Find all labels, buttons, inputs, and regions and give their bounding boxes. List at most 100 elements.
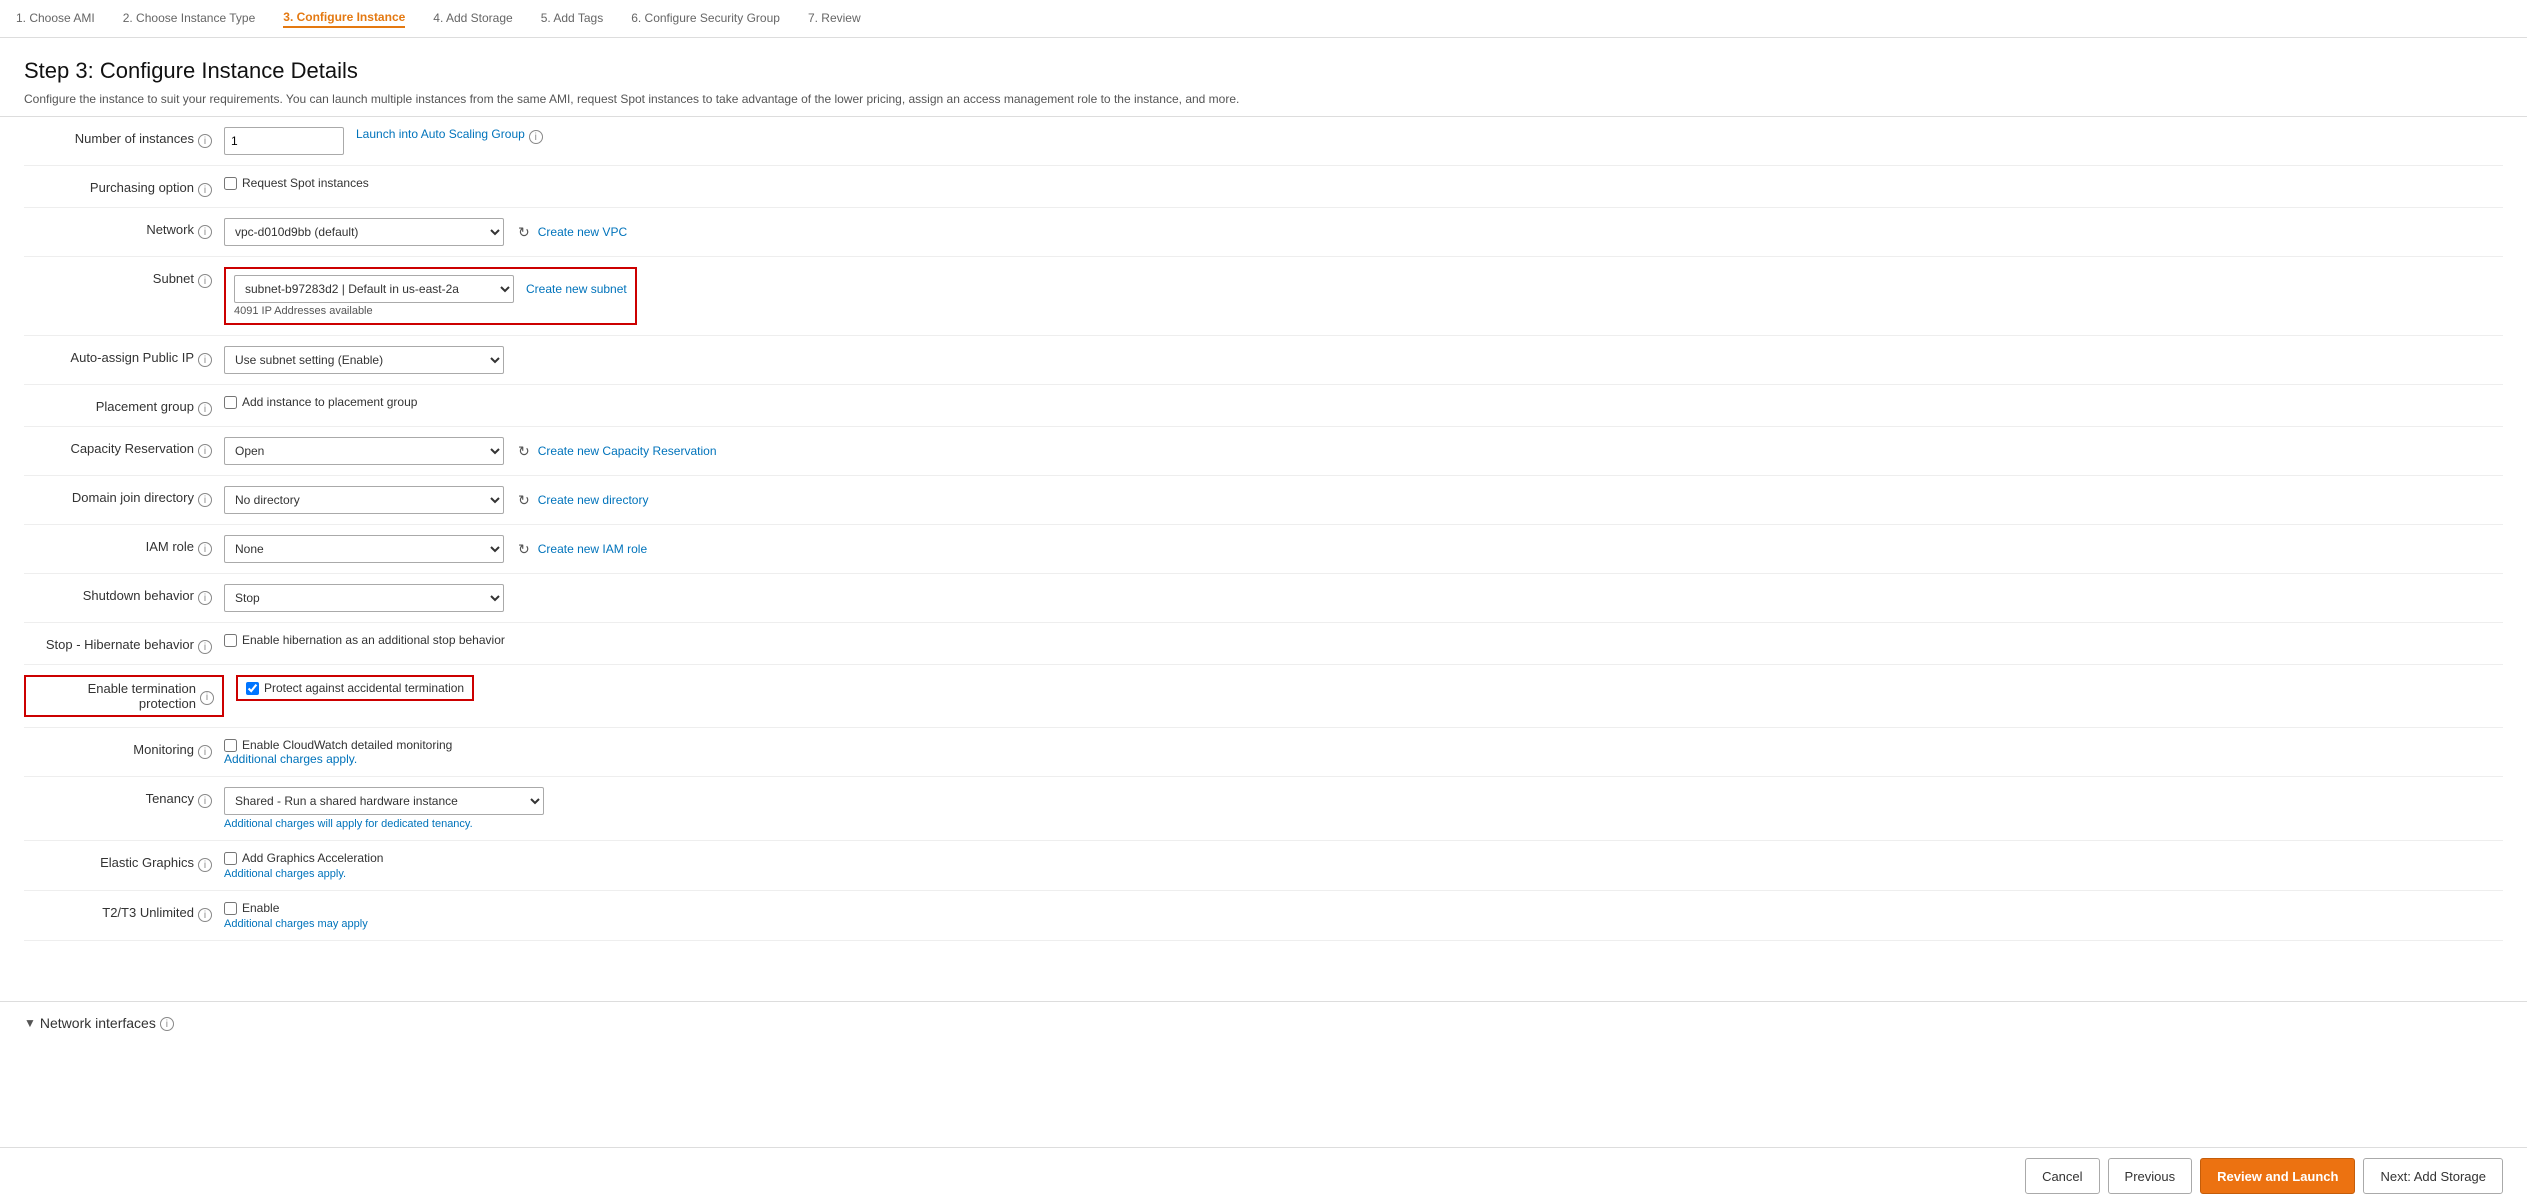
purchasing-option-row: Purchasing option i Request Spot instanc… <box>24 166 2503 208</box>
network-interfaces-info-icon[interactable]: i <box>160 1017 174 1031</box>
capacity-reservation-select[interactable]: Open <box>224 437 504 465</box>
stop-hibernate-behavior-label: Stop - Hibernate behavior i <box>24 633 224 654</box>
network-control: vpc-d010d9bb (default) ↻ Create new VPC <box>224 218 2503 246</box>
network-interfaces-section[interactable]: ▼ Network interfaces i <box>0 1001 2527 1043</box>
placement-group-info-icon[interactable]: i <box>198 402 212 416</box>
elastic-graphics-checkbox[interactable] <box>224 852 237 865</box>
capacity-reservation-refresh-icon[interactable]: ↻ <box>518 443 530 460</box>
create-vpc-link[interactable]: Create new VPC <box>538 225 627 239</box>
capacity-reservation-info-icon[interactable]: i <box>198 444 212 458</box>
auto-assign-ip-select[interactable]: Use subnet setting (Enable) <box>224 346 504 374</box>
termination-protection-row: Enable termination protection i Protect … <box>24 665 2503 728</box>
monitoring-info-icon[interactable]: i <box>198 745 212 759</box>
previous-button[interactable]: Previous <box>2108 1158 2193 1194</box>
t2t3-unlimited-note[interactable]: Additional charges may apply <box>224 918 368 930</box>
number-of-instances-row: Number of instances i Launch into Auto S… <box>24 117 2503 166</box>
auto-assign-ip-label: Auto-assign Public IP i <box>24 346 224 367</box>
elastic-graphics-info-icon[interactable]: i <box>198 858 212 872</box>
nav-step-3[interactable]: 3. Configure Instance <box>283 10 405 28</box>
cancel-button[interactable]: Cancel <box>2025 1158 2099 1194</box>
t2t3-unlimited-row: T2/T3 Unlimited i Enable Additional char… <box>24 891 2503 941</box>
monitoring-label: Monitoring i <box>24 738 224 759</box>
network-label: Network i <box>24 218 224 239</box>
purchasing-option-label: Purchasing option i <box>24 176 224 197</box>
t2t3-unlimited-label: T2/T3 Unlimited i <box>24 901 224 922</box>
next-add-storage-button[interactable]: Next: Add Storage <box>2363 1158 2503 1194</box>
t2t3-unlimited-checkbox[interactable] <box>224 902 237 915</box>
iam-role-control: None ↻ Create new IAM role <box>224 535 2503 563</box>
termination-protection-checkbox-label[interactable]: Protect against accidental termination <box>246 681 464 695</box>
page-title: Step 3: Configure Instance Details <box>24 58 2503 84</box>
shutdown-behavior-select[interactable]: Stop <box>224 584 504 612</box>
page-header: Step 3: Configure Instance Details Confi… <box>0 38 2527 116</box>
domain-join-directory-control: No directory ↻ Create new directory <box>224 486 2503 514</box>
monitoring-note[interactable]: Additional charges apply. <box>224 752 357 766</box>
launch-auto-scaling-link[interactable]: Launch into Auto Scaling Group <box>356 127 525 141</box>
stop-hibernate-behavior-control: Enable hibernation as an additional stop… <box>224 633 2503 647</box>
stop-hibernate-checkbox[interactable] <box>224 634 237 647</box>
nav-step-4[interactable]: 4. Add Storage <box>433 11 512 27</box>
request-spot-instances-checkbox[interactable] <box>224 177 237 190</box>
domain-join-select[interactable]: No directory <box>224 486 504 514</box>
stop-hibernate-behavior-row: Stop - Hibernate behavior i Enable hiber… <box>24 623 2503 665</box>
auto-assign-ip-row: Auto-assign Public IP i Use subnet setti… <box>24 336 2503 385</box>
launch-auto-scaling-info-icon[interactable]: i <box>529 130 543 144</box>
tenancy-label: Tenancy i <box>24 787 224 808</box>
number-of-instances-input[interactable] <box>224 127 344 155</box>
monitoring-control: Enable CloudWatch detailed monitoring Ad… <box>224 738 2503 766</box>
network-interfaces-title: Network interfaces <box>40 1015 156 1031</box>
subnet-select[interactable]: subnet-b97283d2 | Default in us-east-2a <box>234 275 514 303</box>
create-subnet-link[interactable]: Create new subnet <box>526 282 627 296</box>
review-and-launch-button[interactable]: Review and Launch <box>2200 1158 2355 1194</box>
number-of-instances-control: Launch into Auto Scaling Group i <box>224 127 2503 155</box>
network-info-icon[interactable]: i <box>198 225 212 239</box>
iam-role-select[interactable]: None <box>224 535 504 563</box>
termination-protection-info-icon[interactable]: i <box>200 691 214 705</box>
placement-group-checkbox[interactable] <box>224 396 237 409</box>
tenancy-select[interactable]: Shared - Run a shared hardware instance <box>224 787 544 815</box>
purchasing-option-control: Request Spot instances <box>224 176 2503 190</box>
placement-group-row: Placement group i Add instance to placem… <box>24 385 2503 427</box>
subnet-label: Subnet i <box>24 267 224 288</box>
placement-group-label: Placement group i <box>24 395 224 416</box>
nav-step-5[interactable]: 5. Add Tags <box>541 11 604 27</box>
domain-join-info-icon[interactable]: i <box>198 493 212 507</box>
auto-assign-ip-info-icon[interactable]: i <box>198 353 212 367</box>
tenancy-note[interactable]: Additional charges will apply for dedica… <box>224 818 473 830</box>
nav-step-2[interactable]: 2. Choose Instance Type <box>123 11 256 27</box>
iam-role-info-icon[interactable]: i <box>198 542 212 556</box>
network-refresh-icon[interactable]: ↻ <box>518 224 530 241</box>
stop-hibernate-checkbox-label[interactable]: Enable hibernation as an additional stop… <box>224 633 505 647</box>
shutdown-behavior-label: Shutdown behavior i <box>24 584 224 605</box>
nav-step-7[interactable]: 7. Review <box>808 11 861 27</box>
monitoring-checkbox[interactable] <box>224 739 237 752</box>
subnet-info-icon[interactable]: i <box>198 274 212 288</box>
termination-protection-checkbox[interactable] <box>246 682 259 695</box>
network-select[interactable]: vpc-d010d9bb (default) <box>224 218 504 246</box>
domain-join-directory-row: Domain join directory i No directory ↻ C… <box>24 476 2503 525</box>
tenancy-info-icon[interactable]: i <box>198 794 212 808</box>
domain-join-refresh-icon[interactable]: ↻ <box>518 492 530 509</box>
auto-assign-ip-control: Use subnet setting (Enable) <box>224 346 2503 374</box>
create-iam-role-link[interactable]: Create new IAM role <box>538 542 647 556</box>
stop-hibernate-info-icon[interactable]: i <box>198 640 212 654</box>
shutdown-behavior-info-icon[interactable]: i <box>198 591 212 605</box>
number-of-instances-info-icon[interactable]: i <box>198 134 212 148</box>
tenancy-control: Shared - Run a shared hardware instance … <box>224 787 2503 830</box>
create-capacity-reservation-link[interactable]: Create new Capacity Reservation <box>538 444 717 458</box>
purchasing-option-info-icon[interactable]: i <box>198 183 212 197</box>
capacity-reservation-row: Capacity Reservation i Open ↻ Create new… <box>24 427 2503 476</box>
create-directory-link[interactable]: Create new directory <box>538 493 649 507</box>
t2t3-unlimited-checkbox-label[interactable]: Enable <box>224 901 279 915</box>
request-spot-instances-checkbox-label[interactable]: Request Spot instances <box>224 176 369 190</box>
t2t3-unlimited-info-icon[interactable]: i <box>198 908 212 922</box>
nav-step-6[interactable]: 6. Configure Security Group <box>631 11 780 27</box>
elastic-graphics-note[interactable]: Additional charges apply. <box>224 868 346 880</box>
nav-step-1[interactable]: 1. Choose AMI <box>16 11 95 27</box>
placement-group-checkbox-label[interactable]: Add instance to placement group <box>224 395 417 409</box>
iam-role-refresh-icon[interactable]: ↻ <box>518 541 530 558</box>
elastic-graphics-checkbox-label[interactable]: Add Graphics Acceleration <box>224 851 383 865</box>
bottom-action-bar: Cancel Previous Review and Launch Next: … <box>0 1147 2527 1204</box>
capacity-reservation-control: Open ↻ Create new Capacity Reservation <box>224 437 2503 465</box>
monitoring-checkbox-label[interactable]: Enable CloudWatch detailed monitoring <box>224 738 452 752</box>
